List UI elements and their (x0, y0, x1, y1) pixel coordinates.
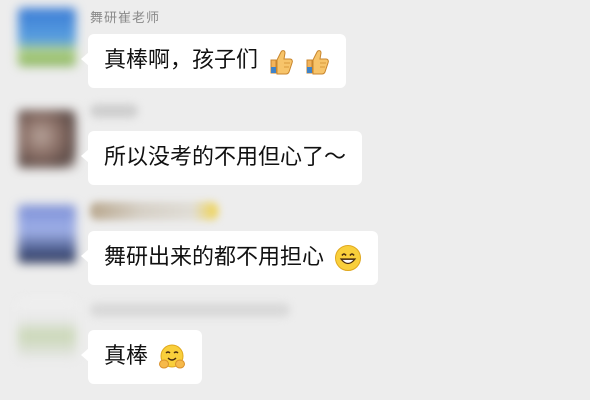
message-text: 真棒 (104, 344, 149, 369)
avatar[interactable] (18, 8, 76, 66)
sender-name-blurred (90, 104, 138, 118)
message-text: 舞研出来的都不用担心 (104, 245, 325, 270)
thumbs-up-icon (268, 47, 294, 75)
sender-name: 舞研崔老师 (90, 11, 161, 26)
message-bubble[interactable]: 所以没考的不用但心了～ (80, 131, 363, 185)
sender-name-blurred (90, 303, 290, 317)
grinning-face-icon (334, 244, 362, 272)
message-bubble[interactable]: 舞研出来的都不用担心 (80, 231, 379, 285)
avatar[interactable] (18, 110, 76, 168)
message-bubble[interactable]: 真棒 (80, 330, 203, 384)
avatar[interactable] (18, 205, 76, 263)
thumbs-up-icon (304, 47, 330, 75)
message-bubble[interactable]: 真棒啊，孩子们 (80, 34, 347, 88)
message-text: 真棒啊，孩子们 (104, 48, 259, 73)
message-text: 所以没考的不用但心了～ (104, 145, 347, 170)
hugging-face-icon (158, 343, 186, 371)
avatar[interactable] (18, 300, 76, 358)
sender-name-blurred (90, 202, 218, 220)
chat-window: 舞研崔老师 真棒啊，孩子们 所以没考的不用但心了～ 舞研出来的都不用担心 真棒 (0, 0, 590, 400)
